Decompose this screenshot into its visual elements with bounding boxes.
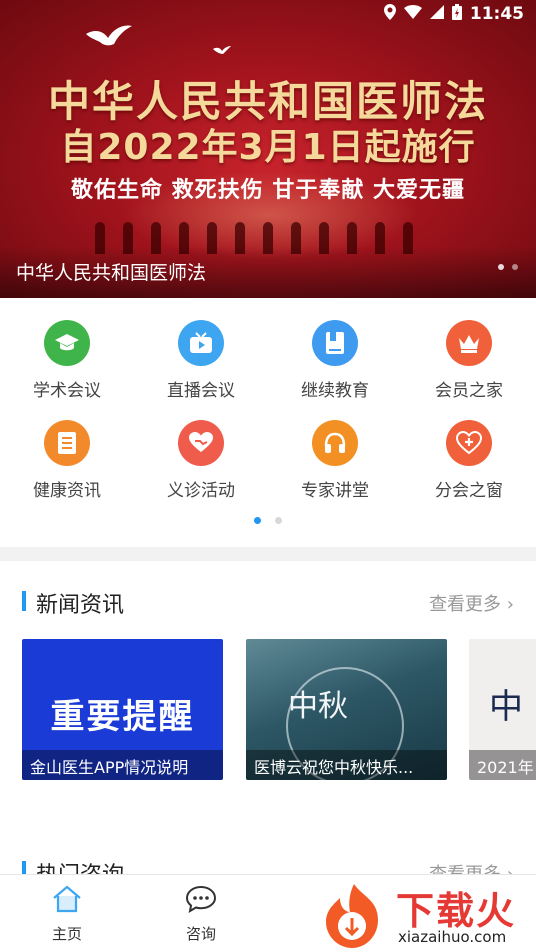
grid-item-label: 会员之家	[435, 381, 503, 401]
news-card-caption: 医博云祝您中秋快乐...	[246, 750, 447, 780]
chevron-right-icon: ›	[506, 594, 514, 615]
wifi-icon	[403, 5, 422, 23]
signal-icon	[429, 5, 444, 23]
grid-item-label: 学术会议	[33, 381, 101, 401]
book-icon	[312, 320, 358, 366]
news-card-caption: 金山医生APP情况说明	[22, 750, 223, 780]
grid-item-label: 直播会议	[167, 381, 235, 401]
news-card-image-text: 中	[489, 687, 523, 727]
grid-item-label: 义诊活动	[167, 481, 235, 501]
grid-item-free-clinic[interactable]: 义诊活动	[134, 410, 268, 510]
grid-item-continuing-education[interactable]: 继续教育	[268, 310, 402, 410]
home-icon	[51, 885, 83, 917]
banner-pager	[498, 264, 518, 270]
watermark-text: 下载火	[396, 889, 517, 933]
nav-tab-home[interactable]: 主页	[32, 885, 102, 944]
location-icon	[383, 4, 396, 24]
grid-item-health-news[interactable]: 健康资讯	[0, 410, 134, 510]
grid-page-dot[interactable]	[254, 517, 261, 524]
nav-tab-label: 咨询	[185, 925, 216, 943]
dove-icon	[84, 24, 134, 54]
grid-item-label: 健康资讯	[33, 481, 101, 501]
banner-subheadline: 自2022年3月1日起施行	[60, 127, 476, 168]
news-more-label: 查看更多	[429, 594, 502, 615]
news-card[interactable]: 重要提醒 金山医生APP情况说明	[22, 639, 223, 780]
grid-item-label: 继续教育	[301, 381, 369, 401]
news-card-image-text: 中秋	[288, 689, 348, 724]
function-grid: 学术会议 直播会议 继续教育 会员之家 健康资讯 义诊活动 专家讲堂 分会之窗	[0, 310, 536, 510]
grid-item-live-meeting[interactable]: 直播会议	[134, 310, 268, 410]
status-time: 11:45	[469, 4, 524, 24]
plus-heart-icon	[446, 420, 492, 466]
tv-icon	[178, 320, 224, 366]
graduation-cap-icon	[44, 320, 90, 366]
grid-item-label: 分会之窗	[435, 481, 503, 501]
news-more-link[interactable]: 查看更多 ›	[429, 590, 514, 616]
nav-tab-label: 主页	[51, 925, 82, 943]
news-card[interactable]: 中秋 医博云祝您中秋快乐...	[246, 639, 447, 780]
grid-item-label: 专家讲堂	[301, 481, 369, 501]
watermark: 下载火 xiazaihuo.com	[318, 880, 536, 952]
section-accent-bar	[22, 591, 26, 611]
grid-item-expert-lecture[interactable]: 专家讲堂	[268, 410, 402, 510]
grid-item-member-home[interactable]: 会员之家	[402, 310, 536, 410]
flame-logo-icon	[318, 882, 390, 952]
news-carousel[interactable]: 重要提醒 金山医生APP情况说明 中秋 医博云祝您中秋快乐... 中 2021年	[22, 639, 536, 781]
grid-item-academic-meeting[interactable]: 学术会议	[0, 310, 134, 410]
news-section-title: 新闻资讯	[36, 593, 125, 618]
banner-slogan: 敬佑生命 救死扶伤 甘于奉献 大爱无疆	[71, 178, 465, 203]
dove-icon	[212, 40, 232, 59]
battery-icon	[451, 4, 462, 24]
banner-carousel[interactable]: 11:45 中华人民共和国医师法 自2022年3月1日起施行 敬佑生命 救死扶伤…	[0, 0, 536, 298]
crown-icon	[446, 320, 492, 366]
watermark-url: xiazaihuo.com	[398, 928, 507, 946]
grid-item-branch-window[interactable]: 分会之窗	[402, 410, 536, 510]
news-section-header: 新闻资讯 查看更多 ›	[0, 587, 536, 618]
document-icon	[44, 420, 90, 466]
section-divider	[0, 547, 536, 561]
grid-row: 学术会议 直播会议 继续教育 会员之家	[0, 310, 536, 410]
grid-pager	[0, 517, 536, 524]
grid-page-dot[interactable]	[275, 517, 282, 524]
status-bar: 11:45	[0, 0, 536, 28]
banner-dot[interactable]	[512, 264, 518, 270]
nav-tab-consult[interactable]: 咨询	[166, 885, 236, 944]
news-card[interactable]: 中 2021年	[469, 639, 536, 780]
grid-row: 健康资讯 义诊活动 专家讲堂 分会之窗	[0, 410, 536, 510]
banner-caption: 中华人民共和国医师法	[16, 262, 207, 284]
news-card-caption: 2021年	[469, 750, 536, 780]
headphones-icon	[312, 420, 358, 466]
chat-icon	[185, 885, 217, 917]
news-card-image-text: 重要提醒	[50, 697, 195, 737]
heart-hand-icon	[178, 420, 224, 466]
app-screen: 11:45 中华人民共和国医师法 自2022年3月1日起施行 敬佑生命 救死扶伤…	[0, 0, 536, 952]
banner-dot[interactable]	[498, 264, 504, 270]
